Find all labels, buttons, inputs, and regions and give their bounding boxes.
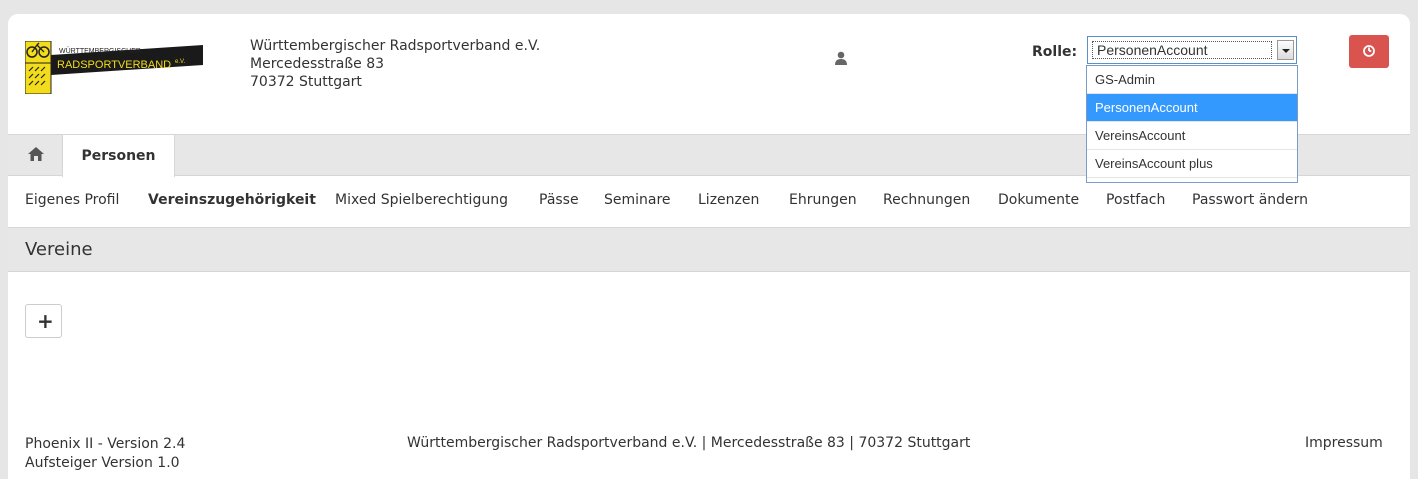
add-verein-button[interactable]: + xyxy=(25,304,62,338)
header: WÜRTTEMBERGISCHER RADSPORTVERBAND e.V. W… xyxy=(8,14,1410,183)
subnav-mixed-spielberechtigung[interactable]: Mixed Spielberechtigung xyxy=(335,192,508,208)
club-address: Württembergischer Radsportverband e.V. M… xyxy=(250,37,540,91)
logo-line1: WÜRTTEMBERGISCHER xyxy=(59,47,141,55)
footer-version-aufsteiger: Aufsteiger Version 1.0 xyxy=(25,455,180,471)
logout-button[interactable] xyxy=(1349,35,1389,68)
subnav-ehrungen[interactable]: Ehrungen xyxy=(789,192,857,208)
tab-home[interactable] xyxy=(16,143,56,169)
role-option-gs-admin[interactable]: GS-Admin xyxy=(1087,66,1297,94)
address-street: Mercedesstraße 83 xyxy=(250,56,385,72)
role-option-vereinsaccount-plus[interactable]: VereinsAccount plus xyxy=(1087,150,1297,178)
role-select-value: PersonenAccount xyxy=(1092,41,1272,59)
role-select[interactable]: PersonenAccount xyxy=(1087,36,1297,64)
wrv-logo[interactable]: WÜRTTEMBERGISCHER RADSPORTVERBAND e.V. xyxy=(25,41,203,94)
subnav-lizenzen[interactable]: Lizenzen xyxy=(698,192,759,208)
footer-address: Württembergischer Radsportverband e.V. |… xyxy=(407,435,971,451)
role-option-personenaccount[interactable]: PersonenAccount xyxy=(1087,94,1297,122)
sub-navigation: Eigenes Profil Vereinszugehörigkeit Mixe… xyxy=(8,177,1410,225)
impressum-link[interactable]: Impressum xyxy=(1305,435,1383,451)
role-label: Rolle: xyxy=(1032,44,1078,60)
subnav-rechnungen[interactable]: Rechnungen xyxy=(883,192,970,208)
section-header: Vereine xyxy=(8,227,1410,272)
subnav-postfach[interactable]: Postfach xyxy=(1106,192,1165,208)
footer-version: Phoenix II - Version 2.4 Aufsteiger Vers… xyxy=(25,435,185,473)
tab-personen[interactable]: Personen xyxy=(62,135,175,177)
home-icon xyxy=(28,147,44,161)
subnav-paesse[interactable]: Pässe xyxy=(539,192,579,208)
subnav-seminare[interactable]: Seminare xyxy=(604,192,671,208)
address-city: 70372 Stuttgart xyxy=(250,74,362,90)
role-dropdown-list: GS-Admin PersonenAccount VereinsAccount … xyxy=(1086,65,1298,183)
footer-version-phoenix: Phoenix II - Version 2.4 xyxy=(25,436,186,452)
chevron-down-icon[interactable] xyxy=(1277,40,1294,60)
subnav-dokumente[interactable]: Dokumente xyxy=(998,192,1079,208)
subnav-vereinszugehoerigkeit[interactable]: Vereinszugehörigkeit xyxy=(148,192,316,208)
address-name: Württembergischer Radsportverband e.V. xyxy=(250,38,541,54)
page-title: Vereine xyxy=(25,239,93,260)
role-option-vereinsaccount[interactable]: VereinsAccount xyxy=(1087,122,1297,150)
logo-suffix: e.V. xyxy=(175,59,185,65)
user-icon[interactable] xyxy=(834,51,848,65)
logo-line2: RADSPORTVERBAND xyxy=(57,59,171,71)
subnav-passwort-aendern[interactable]: Passwort ändern xyxy=(1192,192,1308,208)
page: WÜRTTEMBERGISCHER RADSPORTVERBAND e.V. W… xyxy=(8,14,1410,479)
plus-icon: + xyxy=(37,309,54,333)
subnav-eigenes-profil[interactable]: Eigenes Profil xyxy=(25,192,119,208)
power-icon xyxy=(1363,45,1375,57)
